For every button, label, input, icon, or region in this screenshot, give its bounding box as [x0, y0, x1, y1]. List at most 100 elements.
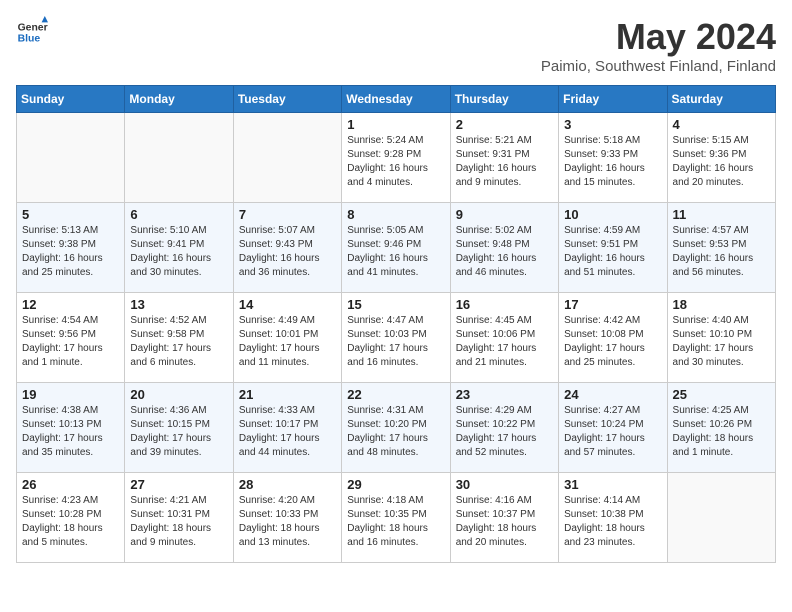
day-info: Sunrise: 4:49 AMSunset: 10:01 PMDaylight… [239, 314, 336, 370]
calendar-cell: 8 Sunrise: 5:05 AMSunset: 9:46 PMDaylight… [342, 203, 450, 293]
calendar-table: SundayMondayTuesdayWednesdayThursdayFrid… [16, 85, 776, 563]
day-number: 2 [456, 117, 553, 132]
weekday-header-wednesday: Wednesday [342, 86, 450, 113]
weekday-header-thursday: Thursday [450, 86, 558, 113]
day-number: 20 [130, 387, 227, 402]
calendar-cell: 14 Sunrise: 4:49 AMSunset: 10:01 PMDaylig… [233, 293, 341, 383]
weekday-header-saturday: Saturday [667, 86, 775, 113]
day-info: Sunrise: 5:18 AMSunset: 9:33 PMDaylight:… [564, 134, 661, 190]
day-info: Sunrise: 5:15 AMSunset: 9:36 PMDaylight:… [673, 134, 770, 190]
day-info: Sunrise: 4:47 AMSunset: 10:03 PMDaylight… [347, 314, 444, 370]
calendar-cell: 25 Sunrise: 4:25 AMSunset: 10:26 PMDaylig… [667, 383, 775, 473]
day-number: 14 [239, 297, 336, 312]
calendar-cell: 21 Sunrise: 4:33 AMSunset: 10:17 PMDaylig… [233, 383, 341, 473]
day-info: Sunrise: 5:24 AMSunset: 9:28 PMDaylight:… [347, 134, 444, 190]
calendar-cell: 20 Sunrise: 4:36 AMSunset: 10:15 PMDaylig… [125, 383, 233, 473]
calendar-cell: 10 Sunrise: 4:59 AMSunset: 9:51 PMDayligh… [559, 203, 667, 293]
day-number: 12 [22, 297, 119, 312]
day-info: Sunrise: 4:23 AMSunset: 10:28 PMDaylight… [22, 494, 119, 550]
day-info: Sunrise: 4:14 AMSunset: 10:38 PMDaylight… [564, 494, 661, 550]
location-title: Paimio, Southwest Finland, Finland [541, 58, 776, 75]
day-number: 3 [564, 117, 661, 132]
weekday-header-tuesday: Tuesday [233, 86, 341, 113]
day-number: 13 [130, 297, 227, 312]
day-number: 21 [239, 387, 336, 402]
day-info: Sunrise: 4:54 AMSunset: 9:56 PMDaylight:… [22, 314, 119, 370]
day-number: 24 [564, 387, 661, 402]
day-info: Sunrise: 4:25 AMSunset: 10:26 PMDaylight… [673, 404, 770, 460]
day-number: 19 [22, 387, 119, 402]
day-info: Sunrise: 4:52 AMSunset: 9:58 PMDaylight:… [130, 314, 227, 370]
day-number: 5 [22, 207, 119, 222]
day-number: 29 [347, 477, 444, 492]
day-number: 4 [673, 117, 770, 132]
calendar-cell: 4 Sunrise: 5:15 AMSunset: 9:36 PMDaylight… [667, 113, 775, 203]
calendar-cell: 17 Sunrise: 4:42 AMSunset: 10:08 PMDaylig… [559, 293, 667, 383]
day-number: 26 [22, 477, 119, 492]
day-number: 31 [564, 477, 661, 492]
day-info: Sunrise: 4:42 AMSunset: 10:08 PMDaylight… [564, 314, 661, 370]
day-number: 22 [347, 387, 444, 402]
logo: General Blue [16, 16, 48, 48]
calendar-cell: 7Sunrise: 5:07 AMSunset: 9:43 PMDaylight… [233, 203, 341, 293]
day-number: 9 [456, 207, 553, 222]
day-number: 30 [456, 477, 553, 492]
day-info: Sunrise: 4:27 AMSunset: 10:24 PMDaylight… [564, 404, 661, 460]
calendar-cell: 22 Sunrise: 4:31 AMSunset: 10:20 PMDaylig… [342, 383, 450, 473]
day-info: Sunrise: 4:57 AMSunset: 9:53 PMDaylight:… [673, 224, 770, 280]
calendar-cell: 3 Sunrise: 5:18 AMSunset: 9:33 PMDaylight… [559, 113, 667, 203]
day-number: 27 [130, 477, 227, 492]
day-info: Sunrise: 4:36 AMSunset: 10:15 PMDaylight… [130, 404, 227, 460]
day-info: Sunrise: 5:02 AMSunset: 9:48 PMDaylight:… [456, 224, 553, 280]
day-number: 7 [239, 207, 336, 222]
svg-text:General: General [18, 22, 48, 33]
day-info: Sunrise: 4:21 AMSunset: 10:31 PMDaylight… [130, 494, 227, 550]
day-info: Sunrise: 4:16 AMSunset: 10:37 PMDaylight… [456, 494, 553, 550]
calendar-cell: 31 Sunrise: 4:14 AMSunset: 10:38 PMDaylig… [559, 473, 667, 563]
calendar-cell: 26 Sunrise: 4:23 AMSunset: 10:28 PMDaylig… [17, 473, 125, 563]
day-number: 1 [347, 117, 444, 132]
day-number: 11 [673, 207, 770, 222]
calendar-cell: 28Sunrise: 4:20 AMSunset: 10:33 PMDaylig… [233, 473, 341, 563]
day-info: Sunrise: 4:29 AMSunset: 10:22 PMDaylight… [456, 404, 553, 460]
day-info: Sunrise: 5:13 AMSunset: 9:38 PMDaylight:… [22, 224, 119, 280]
calendar-cell: 18Sunrise: 4:40 AMSunset: 10:10 PMDaylig… [667, 293, 775, 383]
calendar-cell: 12 Sunrise: 4:54 AMSunset: 9:56 PMDayligh… [17, 293, 125, 383]
day-info: Sunrise: 4:59 AMSunset: 9:51 PMDaylight:… [564, 224, 661, 280]
day-number: 6 [130, 207, 227, 222]
day-info: Sunrise: 5:10 AMSunset: 9:41 PMDaylight:… [130, 224, 227, 280]
day-info: Sunrise: 4:31 AMSunset: 10:20 PMDaylight… [347, 404, 444, 460]
day-info: Sunrise: 5:21 AMSunset: 9:31 PMDaylight:… [456, 134, 553, 190]
day-info: Sunrise: 4:38 AMSunset: 10:13 PMDaylight… [22, 404, 119, 460]
month-title: May 2024 [541, 16, 776, 58]
day-number: 8 [347, 207, 444, 222]
logo-icon: General Blue [16, 16, 48, 48]
calendar-cell: 24 Sunrise: 4:27 AMSunset: 10:24 PMDaylig… [559, 383, 667, 473]
calendar-cell [17, 113, 125, 203]
day-number: 25 [673, 387, 770, 402]
day-info: Sunrise: 4:45 AMSunset: 10:06 PMDaylight… [456, 314, 553, 370]
day-number: 23 [456, 387, 553, 402]
calendar-cell: 27 Sunrise: 4:21 AMSunset: 10:31 PMDaylig… [125, 473, 233, 563]
calendar-cell: 9 Sunrise: 5:02 AMSunset: 9:48 PMDaylight… [450, 203, 558, 293]
calendar-cell: 15Sunrise: 4:47 AMSunset: 10:03 PMDaylig… [342, 293, 450, 383]
calendar-cell: 29Sunrise: 4:18 AMSunset: 10:35 PMDaylig… [342, 473, 450, 563]
calendar-cell: 23 Sunrise: 4:29 AMSunset: 10:22 PMDaylig… [450, 383, 558, 473]
day-number: 18 [673, 297, 770, 312]
calendar-cell: 13 Sunrise: 4:52 AMSunset: 9:58 PMDayligh… [125, 293, 233, 383]
weekday-header-friday: Friday [559, 86, 667, 113]
calendar-cell [667, 473, 775, 563]
weekday-header-sunday: Sunday [17, 86, 125, 113]
calendar-cell: 1 Sunrise: 5:24 AMSunset: 9:28 PMDaylight… [342, 113, 450, 203]
calendar-cell: 6 Sunrise: 5:10 AMSunset: 9:41 PMDaylight… [125, 203, 233, 293]
day-number: 10 [564, 207, 661, 222]
title-area: May 2024 Paimio, Southwest Finland, Finl… [541, 16, 776, 75]
day-info: Sunrise: 5:05 AMSunset: 9:46 PMDaylight:… [347, 224, 444, 280]
calendar-cell: 19 Sunrise: 4:38 AMSunset: 10:13 PMDaylig… [17, 383, 125, 473]
calendar-cell [125, 113, 233, 203]
calendar-cell: 5 Sunrise: 5:13 AMSunset: 9:38 PMDaylight… [17, 203, 125, 293]
day-info: Sunrise: 4:33 AMSunset: 10:17 PMDaylight… [239, 404, 336, 460]
day-info: Sunrise: 4:20 AMSunset: 10:33 PMDaylight… [239, 494, 336, 550]
day-number: 17 [564, 297, 661, 312]
svg-text:Blue: Blue [18, 34, 41, 45]
